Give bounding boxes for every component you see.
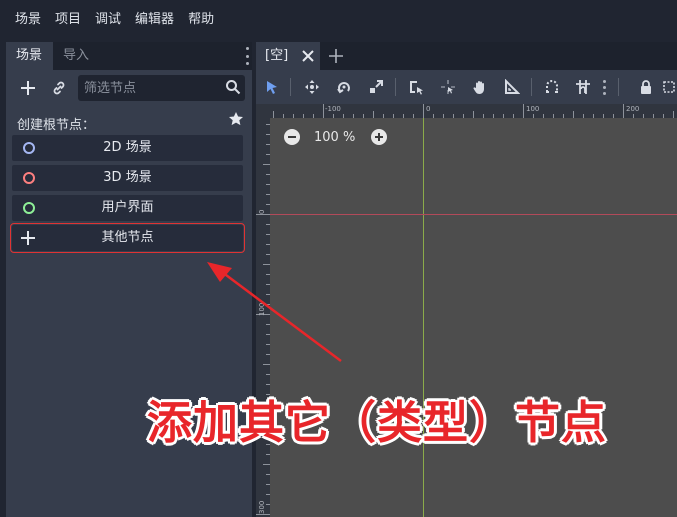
annotation-text: 添加其它（类型）节点: [147, 396, 608, 449]
